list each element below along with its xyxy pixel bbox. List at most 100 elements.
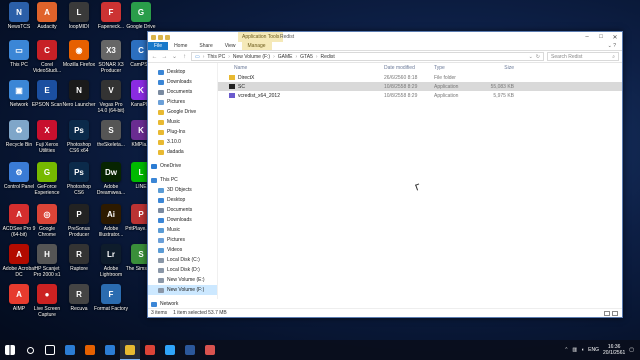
notifications-icon[interactable]: ▢	[629, 347, 634, 353]
language-indicator[interactable]: ENG	[588, 347, 599, 353]
nav-item[interactable]: Downloads	[148, 77, 217, 87]
taskbar-button[interactable]	[120, 340, 140, 360]
taskbar-button[interactable]	[200, 340, 220, 360]
desktop-shortcut[interactable]: E EPSON Scan	[31, 80, 63, 120]
refresh-icon[interactable]: ↻	[536, 54, 540, 60]
taskbar-button[interactable]	[100, 340, 120, 360]
desktop-shortcut[interactable]: Ps Photoshop CS6 x64	[63, 120, 95, 160]
desktop-shortcut[interactable]: F Fapeneck...	[95, 2, 127, 42]
nav-item[interactable]: Google Drive	[148, 107, 217, 117]
taskbar-button[interactable]	[0, 340, 20, 360]
desktop-shortcut[interactable]: X Fuji Xerox Utilities	[31, 120, 63, 160]
file-row[interactable]: vcredist_x64_2012 10/8/2558 8:29 Applicati…	[218, 91, 622, 100]
breadcrumb-item[interactable]: New Volume (F:)	[233, 54, 270, 60]
maximize-button[interactable]: □	[594, 32, 608, 42]
nav-item[interactable]: Videos	[148, 245, 217, 255]
minimize-button[interactable]: –	[580, 32, 594, 42]
nav-item[interactable]: Pictures	[148, 97, 217, 107]
volume-icon[interactable]: ◖	[581, 347, 584, 353]
nav-item[interactable]: Documents	[148, 87, 217, 97]
nav-item[interactable]: Music	[148, 117, 217, 127]
desktop-shortcut[interactable]: F Format Factory	[94, 284, 128, 324]
nav-item[interactable]: Local Disk (C:)	[148, 255, 217, 265]
desktop-shortcut[interactable]: LloopMIDI	[63, 2, 95, 42]
forward-arrow-icon[interactable]: →	[161, 54, 168, 60]
breadcrumb-item[interactable]: GTA5	[300, 54, 313, 60]
desktop-shortcut[interactable]: ◉ Mozilla Firefox	[63, 40, 95, 80]
back-arrow-icon[interactable]: ←	[151, 54, 158, 60]
file-row[interactable]: SC 10/8/2558 8:29 Application 55,083 KB	[218, 82, 622, 91]
column-header-size[interactable]: Size	[482, 65, 514, 71]
clock[interactable]: 16:36 20/1/2561	[603, 344, 625, 356]
details-view-icon[interactable]	[604, 310, 610, 316]
taskbar-button[interactable]	[160, 340, 180, 360]
address-bar[interactable]: ▭ › This PC › New Volume (F:) › GAME › G…	[191, 52, 544, 61]
tab-view[interactable]: View	[219, 42, 242, 50]
desktop-shortcut[interactable]: R Raptore	[63, 244, 95, 284]
taskbar-button[interactable]	[20, 340, 40, 360]
desktop-shortcut[interactable]: StheSkeleta...	[95, 120, 127, 160]
column-header-type[interactable]: Type	[434, 65, 482, 71]
nav-item[interactable]: OneDrive	[148, 161, 217, 171]
recent-chevron-icon[interactable]: ⌄	[171, 53, 178, 60]
desktop-shortcut[interactable]: Lr Adobe Lightroom	[95, 244, 127, 284]
desktop-shortcut[interactable]: Ai Adobe Illustrator...	[95, 204, 127, 244]
nav-item[interactable]: Plug-Ins	[148, 127, 217, 137]
desktop-shortcut[interactable]: ● Live Screen Capture	[31, 284, 63, 324]
title-bar[interactable]: Application Tools Redist – □ ✕	[148, 32, 622, 42]
nav-item[interactable]: 3.10.0	[148, 137, 217, 147]
network-icon[interactable]: ▥	[572, 347, 577, 353]
taskbar-button[interactable]	[40, 340, 60, 360]
nav-item[interactable]: Pictures	[148, 235, 217, 245]
large-icons-view-icon[interactable]	[612, 310, 618, 316]
file-row[interactable]: DirectX 26/6/2560 8:18 File folder	[218, 73, 622, 82]
nav-item[interactable]: Local Disk (D:)	[148, 265, 217, 275]
tray-chevron-icon[interactable]: ⌃	[564, 347, 568, 353]
nav-item[interactable]: 3D Objects	[148, 185, 217, 195]
nav-item[interactable]: Desktop	[148, 195, 217, 205]
nav-item[interactable]: Documents	[148, 205, 217, 215]
folder-icon[interactable]	[151, 34, 156, 40]
breadcrumb-item[interactable]: This PC	[207, 54, 225, 60]
properties-icon[interactable]	[158, 34, 163, 40]
taskbar-button[interactable]	[140, 340, 160, 360]
desktop-shortcut[interactable]: Ps Photoshop CS6	[63, 162, 95, 202]
desktop-shortcut[interactable]: N Nero Launcher	[62, 80, 96, 120]
nav-item[interactable]: Music	[148, 225, 217, 235]
file-explorer-window[interactable]: Application Tools Redist – □ ✕ File Home…	[147, 31, 623, 318]
expand-ribbon-icon[interactable]: ⌄ ?	[608, 42, 622, 50]
desktop-shortcut[interactable]: H HP Scanjet Pro 2000 s1	[31, 244, 63, 284]
nav-item[interactable]: New Volume (E:)	[148, 275, 217, 285]
desktop-shortcut[interactable]: X3 SONAR X3 Producer	[95, 40, 127, 80]
desktop-shortcut[interactable]: A Audacity	[31, 2, 63, 42]
nav-item[interactable]: dadada	[148, 147, 217, 157]
nav-item[interactable]: This PC	[148, 175, 217, 185]
address-dropdown-icon[interactable]: ⌄	[529, 54, 533, 60]
nav-item[interactable]: Downloads	[148, 215, 217, 225]
tab-home[interactable]: Home	[168, 42, 193, 50]
desktop-shortcut[interactable]: C Corel VideoStudi...	[31, 40, 63, 80]
up-arrow-icon[interactable]: ↑	[181, 54, 188, 60]
desktop-shortcut[interactable]: V Vegas Pro 14.0 (64-bit)	[95, 80, 127, 120]
search-box[interactable]: Search Redist ⌕	[547, 52, 619, 61]
column-header-date[interactable]: Date modified	[384, 65, 434, 71]
tab-share[interactable]: Share	[193, 42, 218, 50]
column-header-name[interactable]: Name	[224, 65, 384, 71]
close-button[interactable]: ✕	[608, 32, 622, 42]
tab-manage[interactable]: Manage	[241, 42, 272, 50]
taskbar-button[interactable]	[60, 340, 80, 360]
taskbar-button[interactable]	[80, 340, 100, 360]
new-folder-icon[interactable]	[165, 34, 170, 40]
desktop-shortcut[interactable]: Dw Adobe Dreamwea...	[95, 162, 127, 202]
breadcrumb-item[interactable]: GAME	[278, 54, 293, 60]
breadcrumb-item[interactable]: Redist	[321, 54, 335, 60]
desktop-shortcut[interactable]: G GeForce Experience	[31, 162, 63, 202]
desktop-shortcut[interactable]: P PreSonus Producer	[63, 204, 95, 244]
quick-access-toolbar[interactable]	[148, 34, 170, 40]
taskbar-button[interactable]	[180, 340, 200, 360]
nav-item[interactable]: Desktop	[148, 67, 217, 77]
tab-file[interactable]: File	[148, 42, 169, 50]
desktop-shortcut[interactable]: R Recuva	[63, 284, 95, 324]
nav-item[interactable]: New Volume (F:)	[148, 285, 217, 295]
search-input[interactable]: Search Redist	[551, 54, 582, 60]
